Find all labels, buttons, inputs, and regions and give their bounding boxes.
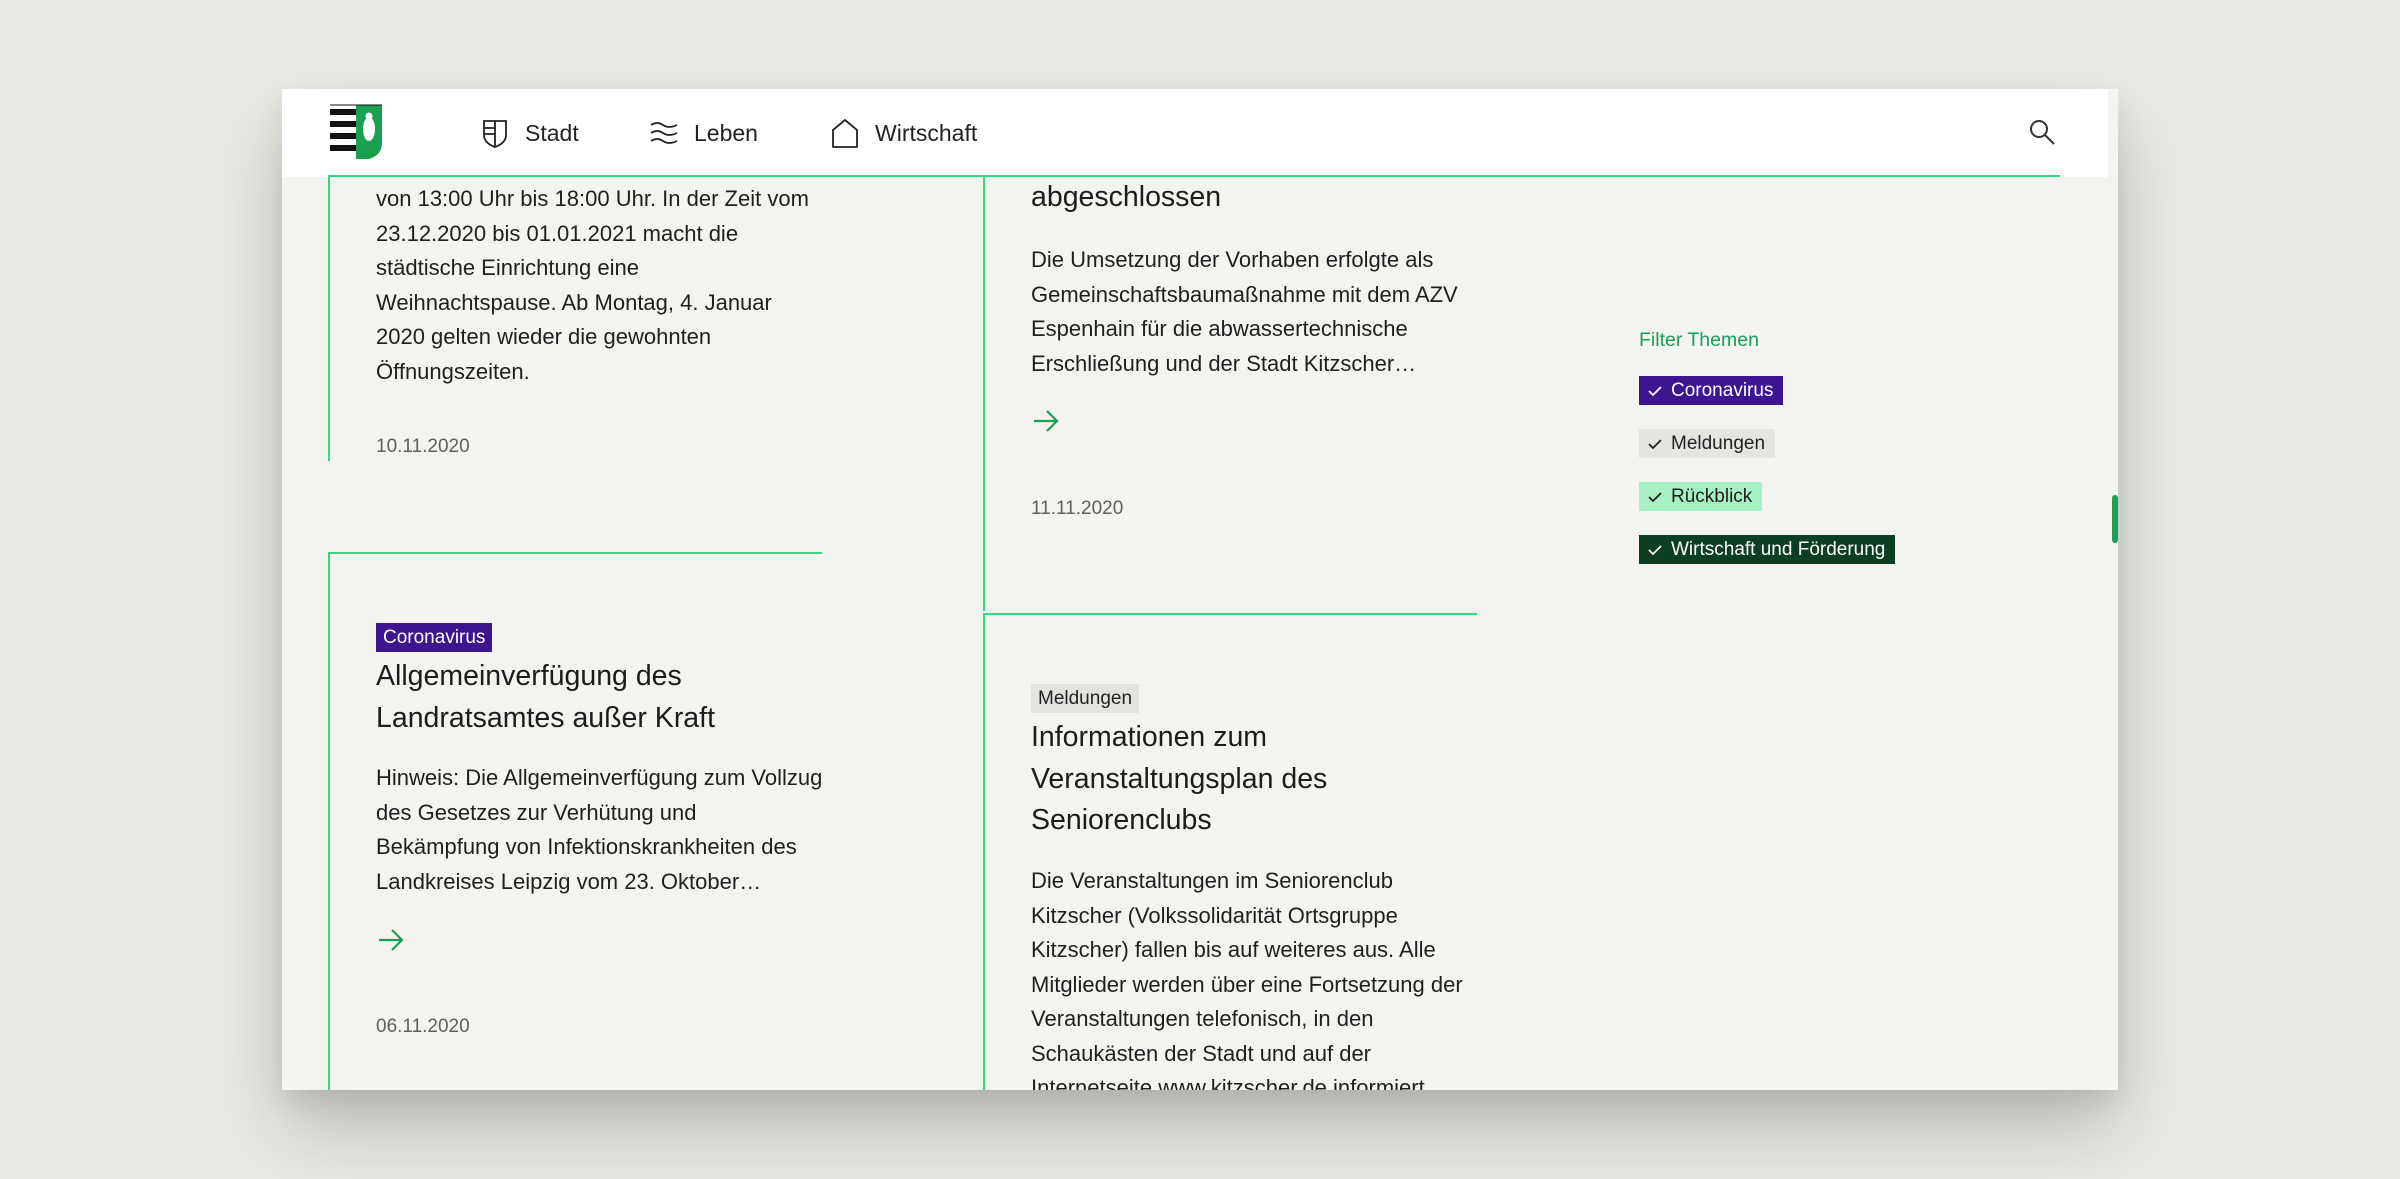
shield-icon xyxy=(483,120,507,148)
arrow-right-icon[interactable] xyxy=(1031,406,1061,436)
post-date: 10.11.2020 xyxy=(376,436,470,457)
excerpt-line: Weihnachtspause. Ab Montag, 4. Januar xyxy=(376,289,772,315)
title-line: Seniorenclubs xyxy=(1031,804,1212,836)
filter-chip-meldungen[interactable]: Meldungen xyxy=(1639,429,1776,458)
checkmark-icon xyxy=(1648,438,1662,449)
card-border-top xyxy=(983,613,1477,615)
excerpt-line: Espenhain für die abwassertechnische xyxy=(1031,316,1408,341)
excerpt-line: Veranstaltungen telefonisch, in den xyxy=(1031,1006,1374,1031)
filter-chip-coronavirus[interactable]: Coronavirus xyxy=(1639,376,1784,405)
card-border-left xyxy=(328,552,330,1090)
title-line: Veranstaltungsplan des xyxy=(1031,762,1328,795)
post-title[interactable]: Informationen zum Veranstaltungsplan des… xyxy=(1031,717,1327,842)
excerpt-line: Gemeinschaftsbaumaßnahme mit dem AZV xyxy=(1031,281,1458,307)
title-line: Informationen zum xyxy=(1031,721,1268,753)
excerpt-line: Kitzscher (Volkssolidarität Ortsgruppe xyxy=(1031,902,1398,928)
nav-label-leben: Leben xyxy=(694,119,758,146)
nav-label-stadt: Stadt xyxy=(525,119,579,146)
excerpt-line: Mitglieder werden über eine Fortsetzung … xyxy=(1031,971,1463,997)
filter-chip-wirtschaft-foerderung[interactable]: Wirtschaft und Förderung xyxy=(1639,535,1896,564)
nav-item-stadt[interactable]: Stadt xyxy=(479,113,579,153)
checkmark-icon xyxy=(1648,491,1662,502)
card-border-left xyxy=(328,177,330,461)
nav-label-wirtschaft: Wirtschaft xyxy=(875,119,978,146)
card-border-left xyxy=(983,613,985,1090)
card-border-left xyxy=(983,177,985,611)
browser-window: Stadt Leben Wirtschaft von 13:00 Uhr bis… xyxy=(282,89,2118,1090)
excerpt-line: des Gesetzes zur Verhütung und xyxy=(376,799,697,825)
waves-icon xyxy=(650,122,678,144)
card-border-top xyxy=(328,552,822,554)
site-header: Stadt Leben Wirtschaft xyxy=(282,89,2108,177)
chip-label: Rückblick xyxy=(1671,486,1753,507)
search-icon[interactable] xyxy=(2027,117,2057,147)
excerpt-line: Internetseite www.kitzscher.de informier… xyxy=(1031,1075,1431,1090)
excerpt-line: von 13:00 Uhr bis 18:00 Uhr. In der Zeit… xyxy=(376,186,809,211)
city-crest-logo[interactable] xyxy=(328,103,384,161)
checkmark-icon xyxy=(1648,544,1662,555)
excerpt-line: Die Umsetzung der Vorhaben erfolgte als xyxy=(1031,247,1434,272)
chip-label: Meldungen xyxy=(1671,433,1766,454)
title-line: Landratsamtes außer Kraft xyxy=(376,701,715,734)
post-excerpt: Hinweis: Die Allgemeinverfügung zum Voll… xyxy=(376,761,822,899)
excerpt-line: Die Veranstaltungen im Seniorenclub xyxy=(1031,868,1394,893)
filter-chip-rueckblick[interactable]: Rückblick xyxy=(1639,482,1763,511)
scrollbar-thumb[interactable] xyxy=(2112,495,2118,543)
house-icon xyxy=(832,119,858,148)
category-tag[interactable]: Meldungen xyxy=(1031,684,1140,713)
excerpt-line: Schaukästen der Stadt und auf der xyxy=(1031,1040,1372,1066)
excerpt-line: 2020 gelten wieder die gewohnten xyxy=(376,324,712,349)
post-date: 11.11.2020 xyxy=(1031,498,1124,519)
title-line: Allgemeinverfügung des xyxy=(376,660,682,692)
category-tag[interactable]: Coronavirus xyxy=(376,623,493,652)
arrow-right-icon[interactable] xyxy=(376,925,406,955)
post-title[interactable]: abgeschlossen xyxy=(1031,177,1221,219)
chip-label: Wirtschaft und Förderung xyxy=(1671,539,1886,560)
excerpt-line: Hinweis: Die Allgemeinverfügung zum Voll… xyxy=(376,765,823,790)
chip-label: Coronavirus xyxy=(1671,380,1774,401)
header-divider xyxy=(328,175,2060,177)
excerpt-line: Landkreises Leipzig vom 23. Oktober… xyxy=(376,868,762,894)
title-line: abgeschlossen xyxy=(1031,181,1222,213)
excerpt-line: Öffnungszeiten. xyxy=(376,358,530,384)
filter-title: Filter Themen xyxy=(1639,329,1759,351)
post-date: 06.11.2020 xyxy=(376,1016,470,1037)
excerpt-line: Kitzscher) fallen bis auf weiteres aus. … xyxy=(1031,937,1436,962)
nav-item-wirtschaft[interactable]: Wirtschaft xyxy=(829,113,977,153)
excerpt-line: Erschließung und der Stadt Kitzscher… xyxy=(1031,350,1417,376)
checkmark-icon xyxy=(1648,385,1662,396)
excerpt-line: Bekämpfung von Infektionskrankheiten des xyxy=(376,834,797,859)
post-excerpt: Die Umsetzung der Vorhaben erfolgte als … xyxy=(1031,243,1458,381)
excerpt-line: städtische Einrichtung eine xyxy=(376,255,639,280)
post-title[interactable]: Allgemeinverfügung des Landratsamtes auß… xyxy=(376,656,715,739)
excerpt-line: 23.12.2020 bis 01.01.2021 macht die xyxy=(376,220,739,246)
post-excerpt: von 13:00 Uhr bis 18:00 Uhr. In der Zeit… xyxy=(376,182,809,389)
nav-item-leben[interactable]: Leben xyxy=(648,113,758,153)
post-excerpt: Die Veranstaltungen im Seniorenclub Kitz… xyxy=(1031,864,1463,1090)
